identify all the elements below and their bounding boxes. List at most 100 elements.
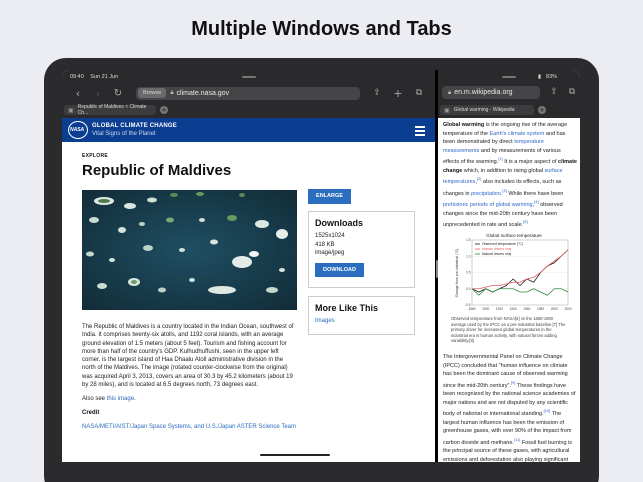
- carbon-dioxide-link[interactable]: carbon dioxide: [443, 440, 479, 446]
- prehistoric-periods-link[interactable]: prehistoric periods of global warming: [443, 202, 533, 208]
- credit-heading: Credit: [82, 410, 100, 416]
- right-browser-chrome: ▮ 83% 🔒︎ en.m.wikipedia.org ⇪ ⧉ ▣ Global …: [438, 70, 580, 118]
- page-title: Republic of Maldives: [82, 162, 232, 179]
- more-like-this-panel: More Like This Images: [308, 296, 415, 335]
- downloads-panel: Downloads 1525x1024 418 KB image/jpeg DO…: [308, 211, 415, 288]
- image-dimensions: 1525x1024: [315, 233, 345, 239]
- back-icon[interactable]: ‹: [68, 87, 88, 100]
- series-line-3: [471, 288, 569, 296]
- page-headline: Multiple Windows and Tabs: [191, 18, 452, 40]
- new-tab-icon[interactable]: +: [388, 87, 408, 100]
- earth-link[interactable]: Earth's climate system: [489, 131, 544, 137]
- more-like-this-title: More Like This: [315, 303, 379, 313]
- agriculture-link[interactable]: agricultural: [542, 448, 569, 454]
- left-toolbar: ‹ › ↻ Browse 🔒︎ climate.nasa.gov ⇪ + ⧉: [62, 84, 435, 102]
- add-tab-icon-right[interactable]: +: [538, 106, 546, 114]
- nasa-site-subtitle: Vital Signs of the Planet: [92, 131, 156, 137]
- nasa-logo-icon[interactable]: [68, 121, 88, 139]
- image-filesize: 418 KB: [315, 241, 335, 248]
- tab-close-icon-right[interactable]: ▣: [444, 107, 450, 114]
- share-icon[interactable]: ⇪: [367, 88, 387, 98]
- also-see-line: Also see this image.: [82, 396, 136, 402]
- credit-link[interactable]: NASA/METI/AIST/Japan Space Systems, and …: [82, 423, 297, 431]
- downloads-meta: 1525x1024 418 KB image/jpeg: [315, 232, 408, 258]
- breadcrumb[interactable]: EXPLORE: [82, 153, 108, 159]
- x-tick-label: 1920: [496, 307, 503, 311]
- lock-icon-right: 🔒︎: [448, 88, 452, 96]
- fossil-fuel-link[interactable]: Fossil fuel: [522, 440, 547, 446]
- y-tick-label: 0.5: [466, 271, 471, 275]
- ipcc-link[interactable]: Intergovernmental Panel on Climate Chang…: [454, 354, 563, 360]
- x-tick-label: 1980: [537, 307, 544, 311]
- y-tick-label: 0.0: [466, 287, 471, 291]
- methane-link[interactable]: methane: [491, 440, 512, 446]
- address-bar[interactable]: Browse 🔒︎ climate.nasa.gov: [136, 86, 360, 100]
- left-browser-chrome: 09:40 Sun 21 Jun ‹ › ↻ Browse 🔒︎ climate…: [62, 70, 435, 118]
- tab-close-icon[interactable]: ▣: [68, 107, 74, 114]
- browse-mode-button[interactable]: Browse: [138, 88, 167, 98]
- y-tick-label: 1.5: [466, 238, 471, 242]
- x-tick-label: 1940: [510, 307, 517, 311]
- legend-label: Natural drivers only: [482, 252, 512, 256]
- deforestation-link[interactable]: deforestation: [480, 457, 512, 462]
- url-text-right: en.m.wikipedia.org: [454, 89, 513, 96]
- left-tab-bar: ▣ Republic of Maldives < Climate Ch... +: [62, 104, 435, 116]
- reload-icon[interactable]: ↻: [108, 88, 128, 99]
- x-tick-label: 1880: [468, 307, 475, 311]
- left-browser-window: 09:40 Sun 21 Jun ‹ › ↻ Browse 🔒︎ climate…: [62, 70, 435, 462]
- ipad-screen: 09:40 Sun 21 Jun ‹ › ↻ Browse 🔒︎ climate…: [62, 70, 580, 462]
- status-time: 09:40: [70, 74, 84, 80]
- home-indicator[interactable]: [260, 454, 330, 456]
- this-image-link[interactable]: this image: [107, 396, 134, 402]
- enlarge-button[interactable]: ENLARGE: [308, 189, 351, 204]
- chart-ylabel: Change from pre-industrial (°C): [455, 249, 459, 298]
- maldives-satellite-image[interactable]: [82, 190, 297, 310]
- temperature-measurements-link[interactable]: temperature measurements: [443, 139, 544, 154]
- share-icon-right[interactable]: ⇪: [544, 87, 564, 97]
- add-tab-icon[interactable]: +: [160, 106, 168, 114]
- tabs-overview-icon[interactable]: ⧉: [409, 88, 429, 98]
- right-tab-bar: ▣ Global warming - Wikipedia +: [438, 104, 580, 116]
- series-line-1: [471, 249, 569, 293]
- x-tick-label: 2000: [551, 307, 558, 311]
- wiki-paragraph-2: The Intergovernmental Panel on Climate C…: [443, 354, 576, 462]
- status-indicators: ▮ 83%: [538, 74, 562, 80]
- legend-label: Observed temperature (°C): [482, 242, 523, 246]
- images-link[interactable]: Images: [315, 318, 408, 324]
- chart-title: Global surface temperature: [486, 233, 542, 238]
- url-text: climate.nasa.gov: [176, 89, 230, 97]
- signal-icon: ▮: [538, 74, 542, 80]
- x-tick-label: 1960: [523, 307, 530, 311]
- article-body: The Republic of Maldives is a country lo…: [82, 324, 294, 389]
- forward-icon[interactable]: ›: [88, 87, 108, 100]
- address-bar-right[interactable]: 🔒︎ en.m.wikipedia.org: [442, 86, 540, 99]
- nasa-header: GLOBAL CLIMATE CHANGE Vital Signs of the…: [62, 118, 435, 142]
- greenhouse-gases-link[interactable]: greenhouse gases: [443, 428, 488, 434]
- precipitation-link[interactable]: precipitation: [471, 191, 501, 197]
- window-grabber[interactable]: [242, 76, 256, 78]
- lock-icon: 🔒︎: [170, 89, 174, 96]
- battery-text: 83%: [546, 74, 558, 80]
- right-browser-window: ▮ 83% 🔒︎ en.m.wikipedia.org ⇪ ⧉ ▣ Global …: [438, 70, 580, 462]
- tab-maldives[interactable]: ▣ Republic of Maldives < Climate Ch...: [64, 104, 156, 116]
- legend-label: Human drivers only: [482, 247, 512, 251]
- download-button[interactable]: DOWNLOAD: [315, 262, 364, 277]
- chart-caption: Observed temperature from NASA[6] vs the…: [451, 316, 566, 344]
- y-tick-label: 1.0: [466, 254, 471, 258]
- also-see-suffix: .: [134, 396, 136, 402]
- tabs-overview-icon-right[interactable]: ⧉: [562, 87, 580, 97]
- tab-title: Republic of Maldives < Climate Ch...: [77, 104, 147, 116]
- x-tick-label: 1900: [482, 307, 489, 311]
- also-see-prefix: Also see: [82, 396, 107, 402]
- status-bar: 09:40 Sun 21 Jun: [70, 74, 123, 80]
- menu-icon[interactable]: [415, 126, 425, 138]
- image-type: image/jpeg: [315, 250, 345, 256]
- wiki-intro: Global warming is the ongoing rise of th…: [443, 122, 577, 229]
- tab-global-warming[interactable]: ▣ Global warming - Wikipedia: [440, 105, 534, 115]
- x-tick-label: 2020: [564, 307, 571, 311]
- downloads-title: Downloads: [315, 218, 364, 228]
- nasa-site-title[interactable]: GLOBAL CLIMATE CHANGE: [92, 123, 177, 129]
- temperature-chart[interactable]: Global surface temperature Change from p…: [452, 231, 572, 316]
- window-grabber-right[interactable]: [502, 76, 516, 78]
- chart-legend: Observed temperature (°C)Human drivers o…: [475, 242, 523, 256]
